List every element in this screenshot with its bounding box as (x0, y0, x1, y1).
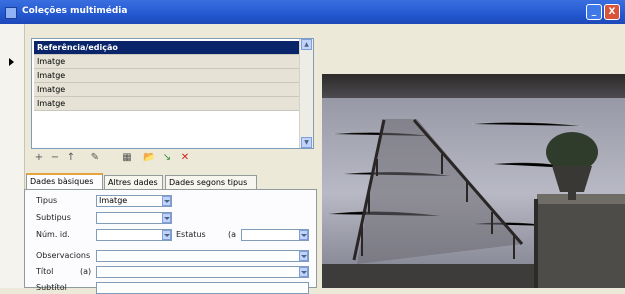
grid-icon[interactable]: ▦ (121, 152, 133, 164)
estatus-label: Estatus (176, 230, 206, 239)
basic-data-panel: Tipus Imatge Subtipus Núm. id. Estatus (… (24, 189, 317, 294)
tab-strip: Dades bàsiques Altres dades Dades segons… (24, 173, 324, 190)
window-title: Coleções multimédia (22, 6, 128, 16)
list-item[interactable]: Imatge (34, 69, 299, 83)
move-up-icon[interactable]: ↑ (65, 152, 77, 164)
current-record-icon (9, 58, 14, 66)
scroll-up-icon[interactable]: ▲ (301, 39, 312, 50)
folder-icon[interactable]: 📂 (143, 152, 155, 164)
record-selector (0, 24, 25, 288)
media-preview-image (322, 74, 625, 288)
observacions-label: Observacions (36, 251, 91, 260)
chevron-down-icon[interactable] (162, 196, 171, 206)
chevron-down-icon[interactable] (299, 251, 308, 261)
chevron-down-icon[interactable] (299, 230, 308, 240)
titol-prefix: (a) (80, 267, 92, 276)
titol-field[interactable] (96, 266, 309, 278)
subtipus-select[interactable] (96, 212, 172, 224)
list-item[interactable]: Imatge (34, 97, 299, 111)
minimize-button[interactable]: _ (586, 4, 602, 20)
estatus-prefix: (a (228, 230, 237, 239)
tipus-select[interactable]: Imatge (96, 195, 172, 207)
tab-dades-basiques[interactable]: Dades bàsiques (26, 173, 103, 190)
num-id-field[interactable] (96, 229, 172, 241)
chevron-down-icon[interactable] (162, 230, 171, 240)
add-icon[interactable]: + (33, 152, 45, 164)
close-button[interactable]: X (604, 4, 620, 20)
num-id-label: Núm. id. (36, 230, 70, 239)
list-item[interactable]: Imatge (34, 55, 299, 69)
titol-label: Títol (36, 267, 54, 276)
observacions-field[interactable] (96, 250, 309, 262)
app-icon (5, 7, 17, 19)
tab-dades-segons-tipus[interactable]: Dades segons tipus (165, 175, 257, 189)
list-scrollbar[interactable]: ▲ ▼ (299, 39, 313, 148)
list-item[interactable]: Imatge (34, 83, 299, 97)
media-list[interactable]: Referência/edição Imatge Imatge Imatge I… (31, 38, 314, 149)
window-titlebar: Coleções multimédia _ X (0, 0, 625, 24)
scroll-down-icon[interactable]: ▼ (301, 137, 312, 148)
delete-icon[interactable]: ✕ (179, 152, 191, 164)
edit-icon[interactable]: ✎ (89, 152, 101, 164)
subtitol-field[interactable] (96, 282, 309, 294)
tipus-label: Tipus (36, 196, 58, 205)
tab-altres-dades[interactable]: Altres dades (104, 175, 163, 189)
chevron-down-icon[interactable] (299, 267, 308, 277)
chevron-down-icon[interactable] (162, 213, 171, 223)
arrow-icon[interactable]: ↘ (161, 152, 173, 164)
remove-icon[interactable]: − (49, 152, 61, 164)
list-item[interactable]: Referência/edição (34, 41, 299, 55)
subtipus-label: Subtipus (36, 213, 71, 222)
list-toolbar: + − ↑ ✎ ▦ 📂 ↘ ✕ (31, 150, 314, 168)
